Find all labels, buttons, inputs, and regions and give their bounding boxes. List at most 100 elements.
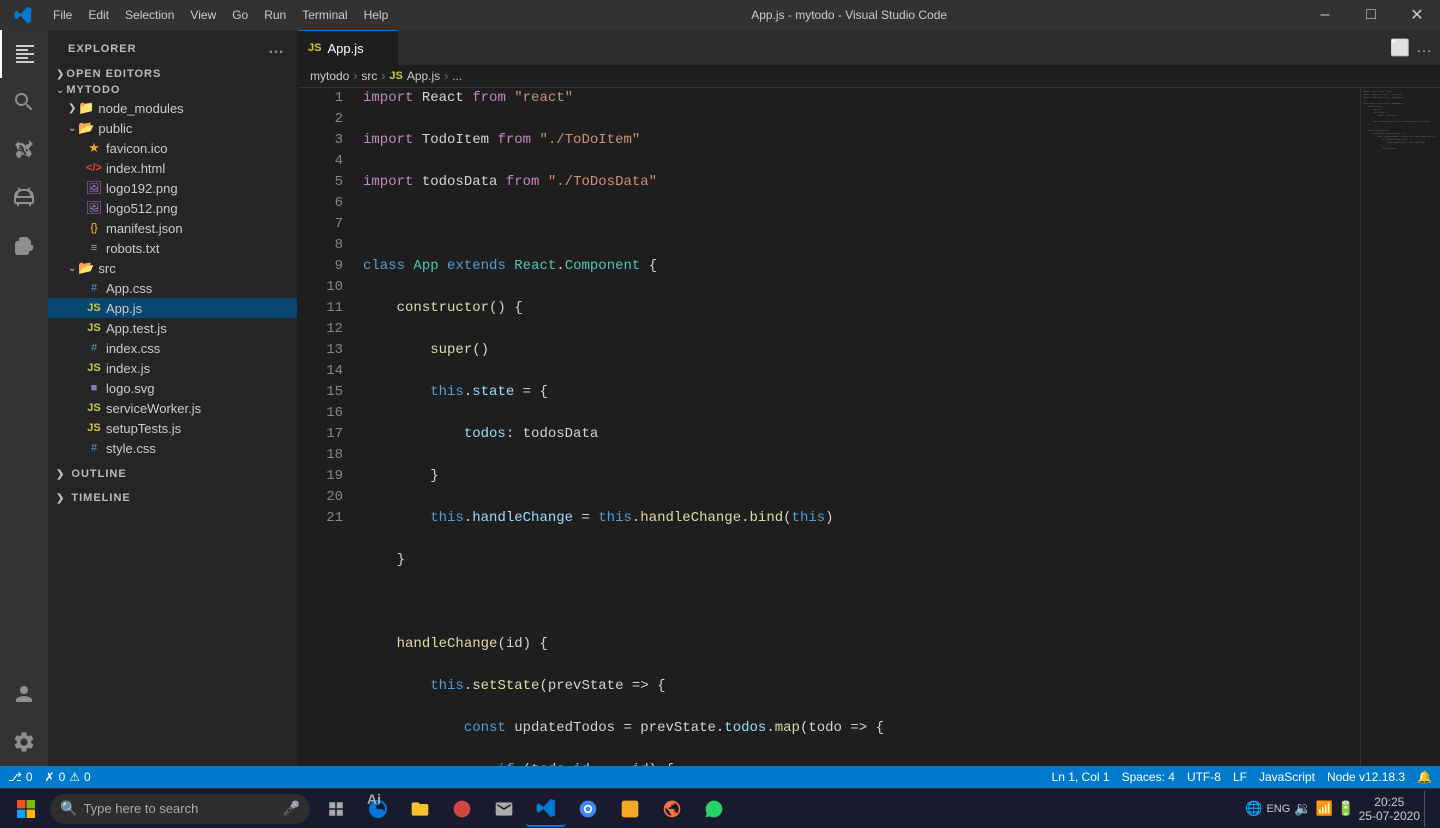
sidebar-item-index-html[interactable]: </> index.html (48, 158, 297, 178)
taskbar-taskview[interactable] (316, 791, 356, 827)
chevron-right-icon: ❯ (56, 493, 65, 504)
more-tabs-icon[interactable]: … (1416, 39, 1432, 57)
mic-icon[interactable]: 🎤 (283, 800, 300, 817)
app-js-label: App.js (106, 301, 142, 316)
close-button[interactable]: ✕ (1394, 0, 1440, 30)
line-ending[interactable]: LF (1233, 770, 1247, 784)
code-content[interactable]: import React from "react" import TodoIte… (353, 88, 1360, 766)
ai-label: Ai (367, 788, 381, 810)
node-version[interactable]: Node v12.18.3 (1327, 770, 1405, 784)
sidebar-item-logo512[interactable]: 🖼 logo512.png (48, 198, 297, 218)
menu-run[interactable]: Run (256, 0, 294, 30)
mytodo-section[interactable]: ⌄ MYTODO (48, 82, 297, 98)
logo192-label: logo192.png (106, 181, 178, 196)
activity-explorer[interactable] (0, 30, 48, 78)
node-modules-label: node_modules (98, 101, 183, 116)
menu-file[interactable]: File (45, 0, 80, 30)
language-mode[interactable]: JavaScript (1259, 770, 1315, 784)
sidebar-item-index-css[interactable]: # index.css (48, 338, 297, 358)
menu-edit[interactable]: Edit (80, 0, 117, 30)
menu-go[interactable]: Go (224, 0, 256, 30)
cursor-position[interactable]: Ln 1, Col 1 (1052, 770, 1110, 784)
menu-terminal[interactable]: Terminal (294, 0, 355, 30)
sidebar-item-index-js[interactable]: JS index.js (48, 358, 297, 378)
tab-app-js[interactable]: JS App.js ✕ (298, 30, 398, 65)
activity-debug[interactable] (0, 174, 48, 222)
code-editor[interactable]: 12345 678910 1112131415 1617181920 21 im… (298, 88, 1440, 766)
taskbar-show-desktop[interactable] (1424, 791, 1432, 827)
taskbar-volume[interactable]: 🔉 (1294, 800, 1311, 817)
favicon-label: favicon.ico (106, 141, 167, 156)
activity-settings[interactable] (0, 718, 48, 766)
taskbar-search[interactable]: 🔍 Type here to search 🎤 (50, 794, 310, 824)
sidebar-item-public[interactable]: ⌄ 📂 public (48, 118, 297, 138)
search-icon: 🔍 (60, 800, 77, 817)
js-icon: JS (86, 420, 102, 436)
statusbar-right: Ln 1, Col 1 Spaces: 4 UTF-8 LF JavaScrip… (1052, 770, 1432, 784)
main-layout: Explorer ️ … ❯ OPEN EDITORS ⌄ MYTODO ❯ 📁… (0, 30, 1440, 766)
more-actions-icon[interactable]: … (268, 40, 285, 58)
file-tree: ❯ OPEN EDITORS ⌄ MYTODO ❯ 📁 node_modules… (48, 66, 297, 766)
taskbar-network[interactable]: 📶 (1316, 800, 1333, 817)
activity-search[interactable] (0, 78, 48, 126)
sidebar: Explorer ️ … ❯ OPEN EDITORS ⌄ MYTODO ❯ 📁… (48, 30, 298, 766)
breadcrumb-src[interactable]: src (361, 69, 377, 83)
notifications-icon[interactable]: 🔔 (1417, 770, 1432, 784)
breadcrumb-mytodo[interactable]: mytodo (310, 69, 349, 83)
sidebar-item-app-css[interactable]: # App.css (48, 278, 297, 298)
taskbar-whatsapp[interactable] (694, 791, 734, 827)
start-button[interactable] (4, 791, 48, 827)
taskbar-systray-1[interactable]: 🌐 (1245, 800, 1262, 817)
sidebar-item-style-css[interactable]: # style.css (48, 438, 297, 458)
taskbar-chrome[interactable] (568, 791, 608, 827)
taskbar-date: 25-07-2020 (1359, 809, 1420, 823)
star-icon: ★ (86, 140, 102, 156)
menu-selection[interactable]: Selection (117, 0, 182, 30)
breadcrumb-more[interactable]: ... (452, 69, 462, 83)
encoding[interactable]: UTF-8 (1187, 770, 1221, 784)
taskbar-vscode[interactable] (526, 791, 566, 827)
chevron-right-icon: ❯ (56, 469, 65, 480)
taskbar-app7[interactable] (610, 791, 650, 827)
menu-view[interactable]: View (182, 0, 224, 30)
sidebar-item-node-modules[interactable]: ❯ 📁 node_modules (48, 98, 297, 118)
timeline-section[interactable]: ❯ TIMELINE (48, 486, 297, 510)
sidebar-item-service-worker[interactable]: JS serviceWorker.js (48, 398, 297, 418)
explorer-label: Explorer (68, 43, 137, 55)
menu-help[interactable]: Help (356, 0, 397, 30)
minimize-button[interactable]: – (1302, 0, 1348, 30)
sidebar-item-logo-svg[interactable]: ■ logo.svg (48, 378, 297, 398)
activity-source-control[interactable] (0, 126, 48, 174)
sidebar-item-favicon[interactable]: ★ favicon.ico (48, 138, 297, 158)
indent-spaces[interactable]: Spaces: 4 (1122, 770, 1175, 784)
activity-account[interactable] (0, 670, 48, 718)
restore-button[interactable]: □ (1348, 0, 1394, 30)
taskbar-clock[interactable]: 20:25 25-07-2020 (1359, 795, 1420, 823)
logo512-label: logo512.png (106, 201, 178, 216)
error-count[interactable]: ✗ 0 ⚠ 0 (45, 770, 91, 784)
activity-extensions[interactable] (0, 222, 48, 270)
chevron-down-icon: ⌄ (68, 263, 76, 274)
window-title: App.js - mytodo - Visual Studio Code (396, 8, 1302, 22)
sidebar-item-src[interactable]: ⌄ 📂 src (48, 258, 297, 278)
sidebar-item-logo192[interactable]: 🖼 logo192.png (48, 178, 297, 198)
sidebar-item-setup-tests[interactable]: JS setupTests.js (48, 418, 297, 438)
activity-bar (0, 30, 48, 766)
sidebar-item-app-test[interactable]: JS App.test.js (48, 318, 297, 338)
sidebar-header-actions: ️ … (264, 40, 285, 58)
split-editor-icon[interactable]: ⬜ (1390, 38, 1410, 58)
taskbar-browser[interactable] (652, 791, 692, 827)
source-control-status[interactable]: ⎇ 0 (8, 770, 33, 784)
taskbar-email[interactable] (484, 791, 524, 827)
sidebar-item-manifest[interactable]: {} manifest.json (48, 218, 297, 238)
taskbar-battery[interactable]: 🔋 (1337, 800, 1354, 817)
folder-open-icon: 📂 (78, 120, 94, 136)
sidebar-item-robots[interactable]: ≡ robots.txt (48, 238, 297, 258)
manifest-label: manifest.json (106, 221, 183, 236)
sidebar-item-app-js[interactable]: JS App.js (48, 298, 297, 318)
open-editors-section[interactable]: ❯ OPEN EDITORS (48, 66, 297, 82)
taskbar-gulp[interactable] (442, 791, 482, 827)
breadcrumb-appjs[interactable]: App.js (407, 69, 440, 83)
outline-section[interactable]: ❯ OUTLINE (48, 462, 297, 486)
taskbar-fileexplorer[interactable] (400, 791, 440, 827)
